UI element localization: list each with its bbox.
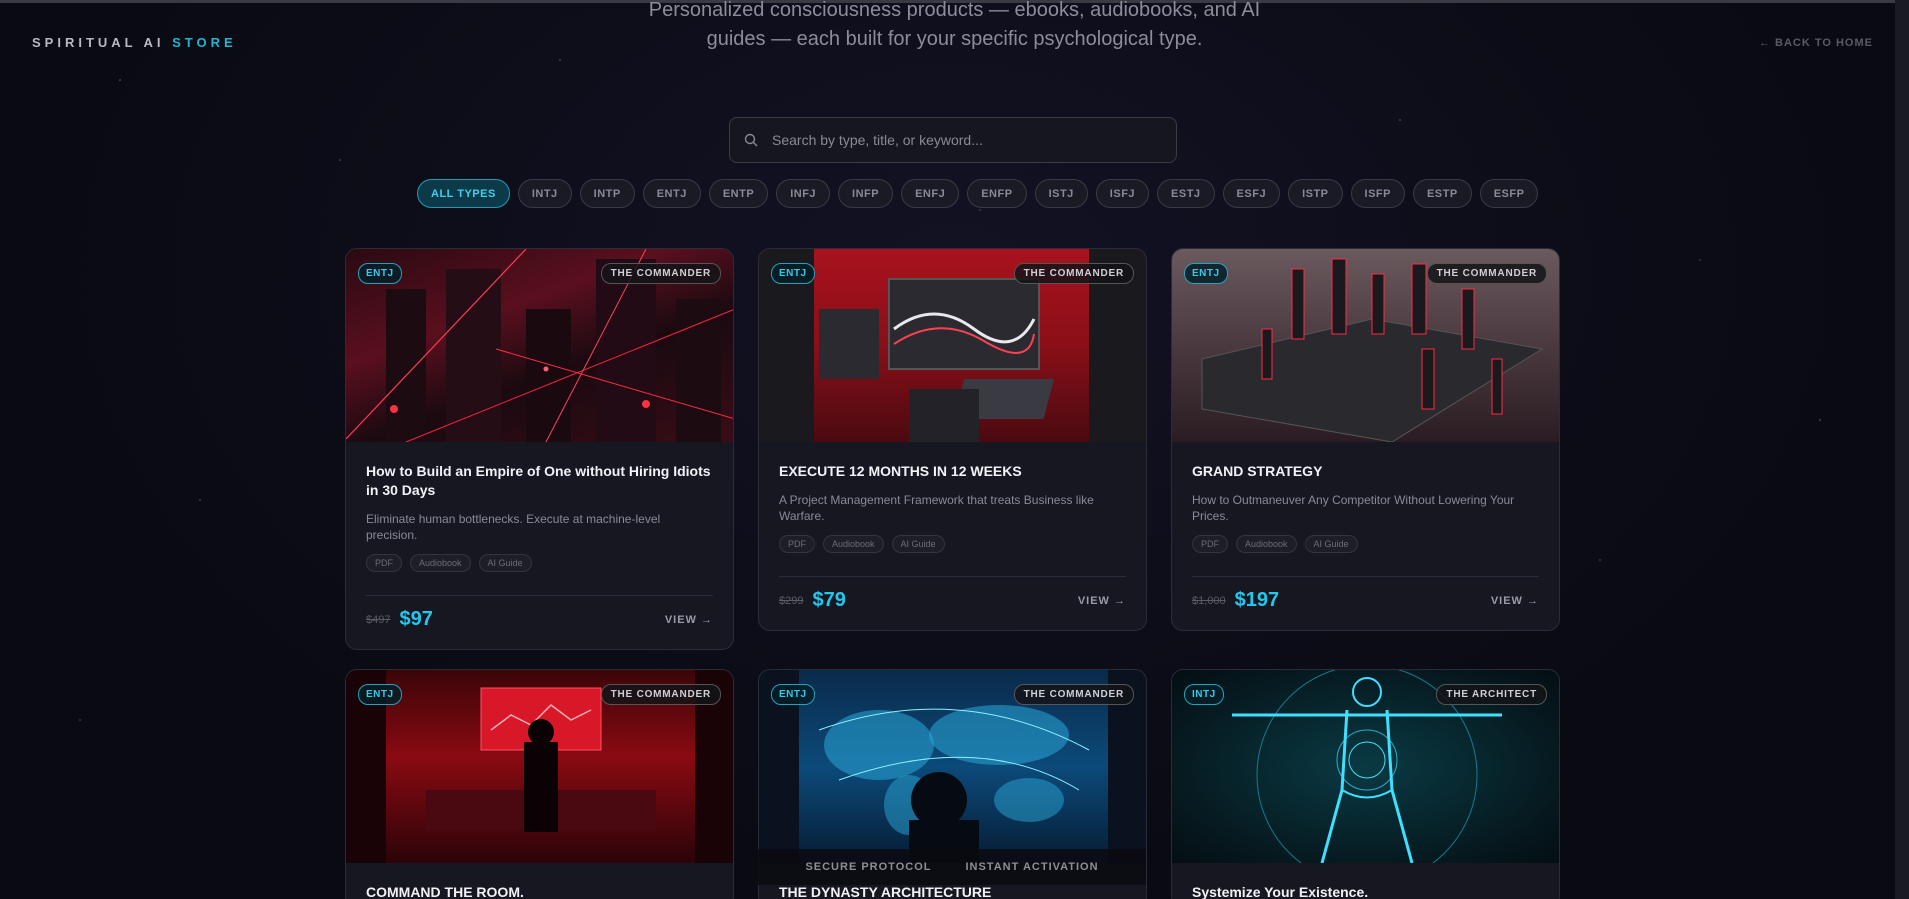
brand-main: SPIRITUAL AI	[32, 35, 165, 50]
format-tag: PDF	[1192, 535, 1228, 553]
filter-chip-entp[interactable]: ENTP	[708, 179, 769, 208]
format-tags: PDF Audiobook AI Guide	[366, 554, 713, 572]
sale-price: $197	[1234, 589, 1280, 611]
search-bar[interactable]	[729, 117, 1177, 163]
format-tags: PDF Audiobook AI Guide	[779, 535, 1126, 553]
type-badge: ENTJ	[358, 684, 402, 705]
filter-chip-enfj[interactable]: ENFJ	[901, 179, 960, 208]
format-tag: Audiobook	[410, 554, 471, 572]
filter-chip-istj[interactable]: ISTJ	[1034, 179, 1088, 208]
secure-protocol-label: SECURE PROTOCOL	[805, 861, 932, 873]
type-badge: ENTJ	[358, 263, 402, 284]
product-image-city: ENTJ THE COMMANDER	[346, 249, 733, 442]
scrollbar[interactable]	[1895, 0, 1909, 899]
sale-price: $79	[812, 589, 846, 611]
filter-chip-intp[interactable]: INTP	[579, 179, 635, 208]
product-image-command-center: ENTJ THE COMMANDER	[759, 249, 1146, 442]
filter-chip-enfp[interactable]: ENFP	[967, 179, 1027, 208]
search-icon	[744, 133, 758, 147]
format-tag: AI Guide	[1304, 535, 1358, 553]
filter-chip-all-types[interactable]: ALL TYPES	[417, 179, 510, 208]
hero-subtitle: Personalized consciousness products — eb…	[0, 0, 1909, 54]
format-tag: Audiobook	[823, 535, 884, 553]
type-badge: ENTJ	[771, 263, 815, 284]
original-price: $497	[366, 613, 391, 626]
product-title[interactable]: COMMAND THE ROOM.	[366, 883, 713, 899]
view-button[interactable]: VIEW →	[665, 614, 713, 626]
product-title[interactable]: How to Build an Empire of One without Hi…	[366, 462, 713, 500]
format-tag: AI Guide	[478, 554, 532, 572]
product-description: A Project Management Framework that trea…	[779, 493, 1094, 523]
format-tag: Audiobook	[1236, 535, 1297, 553]
card-divider	[1192, 576, 1539, 577]
product-card[interactable]: ENTJ THE COMMANDER COMMAND THE ROOM.	[345, 669, 734, 899]
product-title[interactable]: EXECUTE 12 MONTHS IN 12 WEEKS	[779, 462, 1126, 481]
brand-accent: STORE	[172, 35, 237, 50]
hero-subtitle-line-2: guides — each built for your specific ps…	[706, 28, 1203, 50]
filter-chip-infp[interactable]: INFP	[838, 179, 894, 208]
filter-chip-esfp[interactable]: ESFP	[1479, 179, 1539, 208]
product-image-chess: ENTJ THE COMMANDER	[1172, 249, 1559, 442]
filter-chip-isfp[interactable]: ISFP	[1350, 179, 1405, 208]
filter-chip-estj[interactable]: ESTJ	[1157, 179, 1215, 208]
instant-activation-label: INSTANT ACTIVATION	[965, 861, 1099, 873]
persona-badge: THE COMMANDER	[600, 684, 721, 705]
trust-strip: SECURE PROTOCOL INSTANT ACTIVATION	[758, 849, 1146, 885]
product-title[interactable]: Systemize Your Existence.	[1192, 883, 1539, 899]
product-card[interactable]: ENTJ THE COMMANDER GRAND STRATEGY How to…	[1171, 248, 1560, 631]
filter-chip-istp[interactable]: ISTP	[1288, 179, 1343, 208]
persona-badge: THE ARCHITECT	[1436, 684, 1547, 705]
product-image-world-map: ENTJ THE COMMANDER	[759, 670, 1146, 863]
persona-badge: THE COMMANDER	[1013, 684, 1134, 705]
product-description: Eliminate human bottlenecks. Execute at …	[366, 512, 661, 542]
card-divider	[366, 595, 713, 596]
type-badge: ENTJ	[771, 684, 815, 705]
persona-badge: THE COMMANDER	[1426, 263, 1547, 284]
type-badge: ENTJ	[1184, 263, 1228, 284]
sale-price: $97	[399, 608, 433, 630]
view-button[interactable]: VIEW →	[1491, 595, 1539, 607]
search-input[interactable]	[772, 132, 1152, 148]
type-badge: INTJ	[1184, 684, 1224, 705]
format-tag: PDF	[779, 535, 815, 553]
persona-badge: THE COMMANDER	[1013, 263, 1134, 284]
filter-chip-esfj[interactable]: ESFJ	[1222, 179, 1281, 208]
filter-chip-intj[interactable]: INTJ	[517, 179, 572, 208]
card-divider	[779, 576, 1126, 577]
product-title[interactable]: THE DYNASTY ARCHITECTURE	[779, 883, 1126, 899]
filter-chip-estp[interactable]: ESTP	[1412, 179, 1472, 208]
product-description: How to Outmaneuver Any Competitor Withou…	[1192, 493, 1515, 523]
back-to-home-link[interactable]: ← BACK TO HOME	[1759, 37, 1873, 49]
format-tag: PDF	[366, 554, 402, 572]
filter-chip-isfj[interactable]: ISFJ	[1095, 179, 1150, 208]
persona-badge: THE COMMANDER	[600, 263, 721, 284]
format-tags: PDF Audiobook AI Guide	[1192, 535, 1539, 553]
filter-chip-infj[interactable]: INFJ	[776, 179, 831, 208]
view-button[interactable]: VIEW →	[1078, 595, 1126, 607]
product-card[interactable]: ENTJ THE COMMANDER EXECUTE 12 MONTHS IN …	[758, 248, 1147, 631]
product-card[interactable]: ENTJ THE COMMANDER How to Build an Empir…	[345, 248, 734, 650]
filter-chip-entj[interactable]: ENTJ	[642, 179, 701, 208]
product-image-boardroom: ENTJ THE COMMANDER	[346, 670, 733, 863]
brand-logo[interactable]: SPIRITUAL AI STORE	[32, 35, 237, 50]
product-image-vitruvian: INTJ THE ARCHITECT	[1172, 670, 1559, 863]
format-tag: AI Guide	[891, 535, 945, 553]
product-card[interactable]: INTJ THE ARCHITECT Systemize Your Existe…	[1171, 669, 1560, 899]
original-price: $1,000	[1192, 594, 1226, 607]
original-price: $299	[779, 594, 804, 607]
hero-subtitle-line-1: Personalized consciousness products — eb…	[648, 0, 1261, 21]
type-filter-bar: ALL TYPES INTJ INTP ENTJ ENTP INFJ INFP …	[417, 179, 1539, 208]
product-title[interactable]: GRAND STRATEGY	[1192, 462, 1539, 481]
